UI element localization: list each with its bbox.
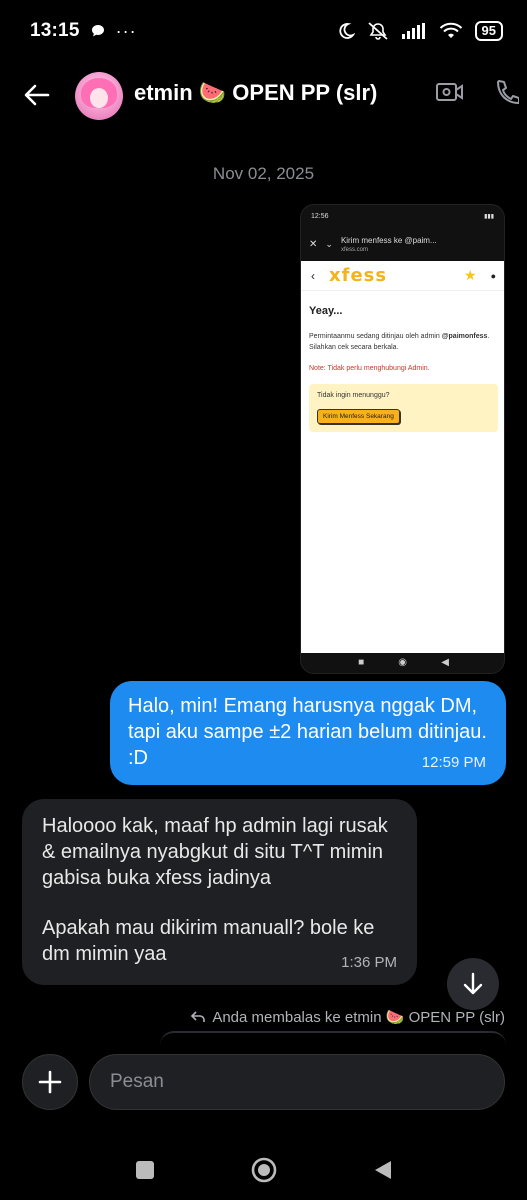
scroll-to-bottom-button[interactable] — [447, 958, 499, 1010]
avatar[interactable] — [75, 72, 123, 120]
video-call-icon[interactable] — [435, 79, 465, 105]
outgoing-message[interactable]: Halo, min! Emang harusnya nggak DM, tapi… — [110, 681, 506, 785]
xfess-send-button: Kirim Menfess Sekarang — [317, 409, 400, 424]
battery-indicator: 95 — [474, 21, 503, 41]
reply-info-text: Anda membalas ke etmin 🍉 OPEN PP (slr) — [212, 1009, 505, 1026]
xfess-paragraph: Permintaanmu sedang ditinjau oleh admin … — [309, 331, 498, 353]
user-icon: ● — [490, 270, 496, 281]
signal-icon — [401, 23, 425, 39]
incoming-message[interactable]: Haloooo kak, maaf hp admin lagi rusak & … — [22, 799, 417, 985]
add-attachment-button[interactable] — [22, 1054, 78, 1110]
star-icon: ★ — [464, 267, 477, 283]
xfess-question: Tidak ingin menunggu? — [317, 392, 390, 399]
reply-arrow-icon — [191, 1011, 206, 1022]
chat-title[interactable]: etmin 🍉 OPEN PP (slr) — [134, 80, 377, 106]
screenshot-url-domain: xfess.com — [340, 246, 368, 253]
back-triangle-icon[interactable] — [372, 1159, 394, 1181]
screenshot-nav-bar: ■ ◉ ◀ — [301, 651, 504, 673]
more-notifications-icon: ··· — [115, 20, 137, 41]
xfess-cta-box: Tidak ingin menunggu? Kirim Menfess Seka… — [309, 384, 498, 432]
xfess-logo: xfess — [329, 265, 388, 286]
back-arrow-icon[interactable] — [22, 80, 52, 110]
plus-icon — [38, 1070, 62, 1094]
moon-icon — [338, 23, 355, 39]
message-time: 12:59 PM — [421, 754, 486, 771]
wifi-icon — [439, 22, 462, 38]
reply-indicator: Anda membalas ke etmin 🍉 OPEN PP (slr) — [190, 1008, 505, 1026]
mute-icon — [367, 22, 388, 40]
recents-square-icon[interactable] — [134, 1159, 156, 1181]
chat-header: etmin 🍉 OPEN PP (slr) — [0, 62, 527, 128]
xfess-paragraph-handle: @paimonfess — [441, 333, 488, 340]
xfess-paragraph-prefix: Permintaanmu sedang ditinjau oleh admin — [309, 333, 440, 340]
home-circle-icon[interactable] — [250, 1156, 278, 1184]
screenshot-chevron-down-icon: ⌄ — [325, 238, 333, 249]
status-bar: 13:15 ··· 95 — [0, 0, 527, 62]
avatar-face — [90, 88, 108, 108]
screenshot-triangle-icon: ◀ — [441, 656, 449, 668]
message-time: 1:36 PM — [341, 954, 397, 971]
shared-screenshot-image[interactable]: 12:56 ▮▮▮ ✕ ⌄ Kirim menfess ke @paim... … — [300, 204, 505, 674]
reply-preview-edge — [160, 1031, 506, 1045]
xfess-top-bar: ‹ xfess ★ ● — [301, 261, 504, 291]
phone-call-icon[interactable] — [493, 78, 519, 106]
message-text: Haloooo kak, maaf hp admin lagi rusak & … — [42, 815, 388, 889]
screenshot-status-icons: ▮▮▮ — [484, 213, 494, 220]
screenshot-time: 12:56 — [311, 212, 329, 220]
screenshot-circle-icon: ◉ — [398, 656, 408, 668]
screenshot-square-icon: ■ — [358, 656, 365, 668]
date-separator: Nov 02, 2025 — [212, 164, 315, 183]
status-time: 13:15 — [30, 20, 80, 41]
message-input[interactable]: Pesan — [89, 1054, 505, 1110]
chat-notification-icon — [91, 25, 104, 37]
screenshot-status-bar: 12:56 ▮▮▮ — [301, 205, 504, 227]
screenshot-url-title: Kirim menfess ke @paim... — [340, 235, 437, 245]
screenshot-url-bar: ✕ ⌄ Kirim menfess ke @paim... xfess.com — [301, 227, 504, 261]
message-input-placeholder: Pesan — [110, 1071, 164, 1092]
system-nav-bar — [0, 1140, 527, 1200]
screenshot-close-icon: ✕ — [309, 238, 318, 250]
xfess-back-icon: ‹ — [311, 268, 315, 283]
arrow-down-icon — [463, 972, 483, 995]
xfess-heading: Yeay... — [309, 305, 343, 317]
xfess-note: Note: Tidak perlu menghubungi Admin. — [309, 365, 430, 372]
screenshot-page: ‹ xfess ★ ● Yeay... Permintaanmu sedang … — [301, 261, 504, 653]
